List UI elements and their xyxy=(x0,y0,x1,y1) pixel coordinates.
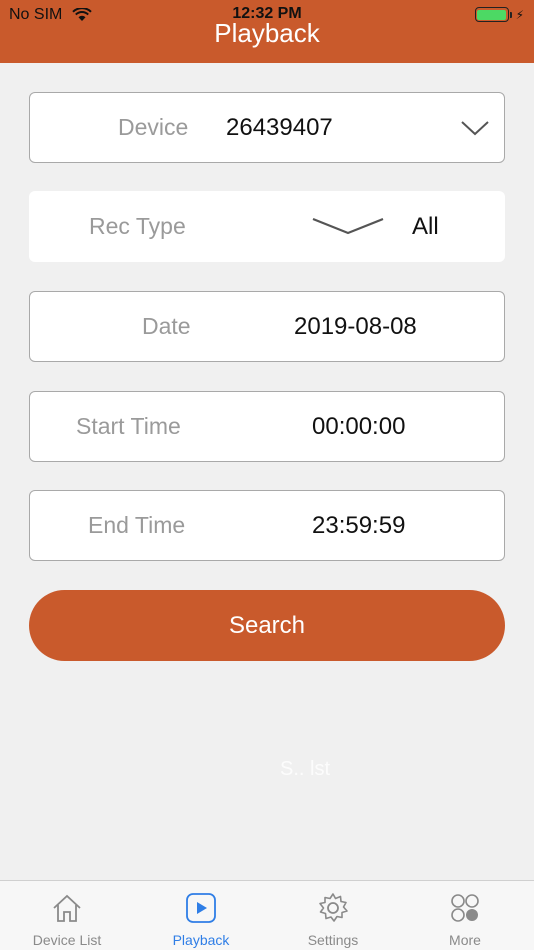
top-bar: No SIM 12:32 PM ⚡ Playback xyxy=(0,0,534,63)
device-value: 26439407 xyxy=(226,113,333,141)
tab-bar: Device List Playback Settings More xyxy=(0,880,534,950)
rec-type-select[interactable]: Rec Type All xyxy=(29,191,505,262)
page-title: Playback xyxy=(214,18,320,48)
more-icon xyxy=(451,894,479,922)
date-field[interactable]: Date 2019-08-08 xyxy=(29,291,505,362)
start-time-label: Start Time xyxy=(76,413,181,439)
tab-more[interactable]: More xyxy=(398,881,532,950)
tab-label: Playback xyxy=(172,932,230,948)
device-label: Device xyxy=(118,114,189,140)
search-button[interactable]: Search xyxy=(29,590,505,661)
rec-type-value: All xyxy=(412,212,439,240)
start-time-value: 00:00:00 xyxy=(312,412,406,440)
gear-icon xyxy=(319,893,348,922)
end-time-label: End Time xyxy=(88,512,186,538)
start-time-field[interactable]: Start Time 00:00:00 xyxy=(29,391,505,462)
faint-overlay-text: S.. lst xyxy=(280,758,331,780)
rec-type-label: Rec Type xyxy=(89,213,186,239)
tab-settings[interactable]: Settings xyxy=(266,881,400,950)
tab-label: Settings xyxy=(307,932,359,948)
end-time-value: 23:59:59 xyxy=(312,511,406,539)
device-select[interactable]: Device 26439407 xyxy=(29,92,505,163)
tab-label: Device List xyxy=(32,932,102,948)
home-icon xyxy=(53,894,81,922)
date-label: Date xyxy=(142,313,191,339)
tab-label: More xyxy=(449,932,481,948)
date-value: 2019-08-08 xyxy=(294,312,417,340)
end-time-field[interactable]: End Time 23:59:59 xyxy=(29,490,505,561)
play-icon xyxy=(186,893,216,923)
tab-playback[interactable]: Playback xyxy=(134,881,268,950)
chevron-down-icon[interactable] xyxy=(311,215,385,237)
chevron-down-icon[interactable] xyxy=(460,119,490,137)
tab-device-list[interactable]: Device List xyxy=(0,881,134,950)
